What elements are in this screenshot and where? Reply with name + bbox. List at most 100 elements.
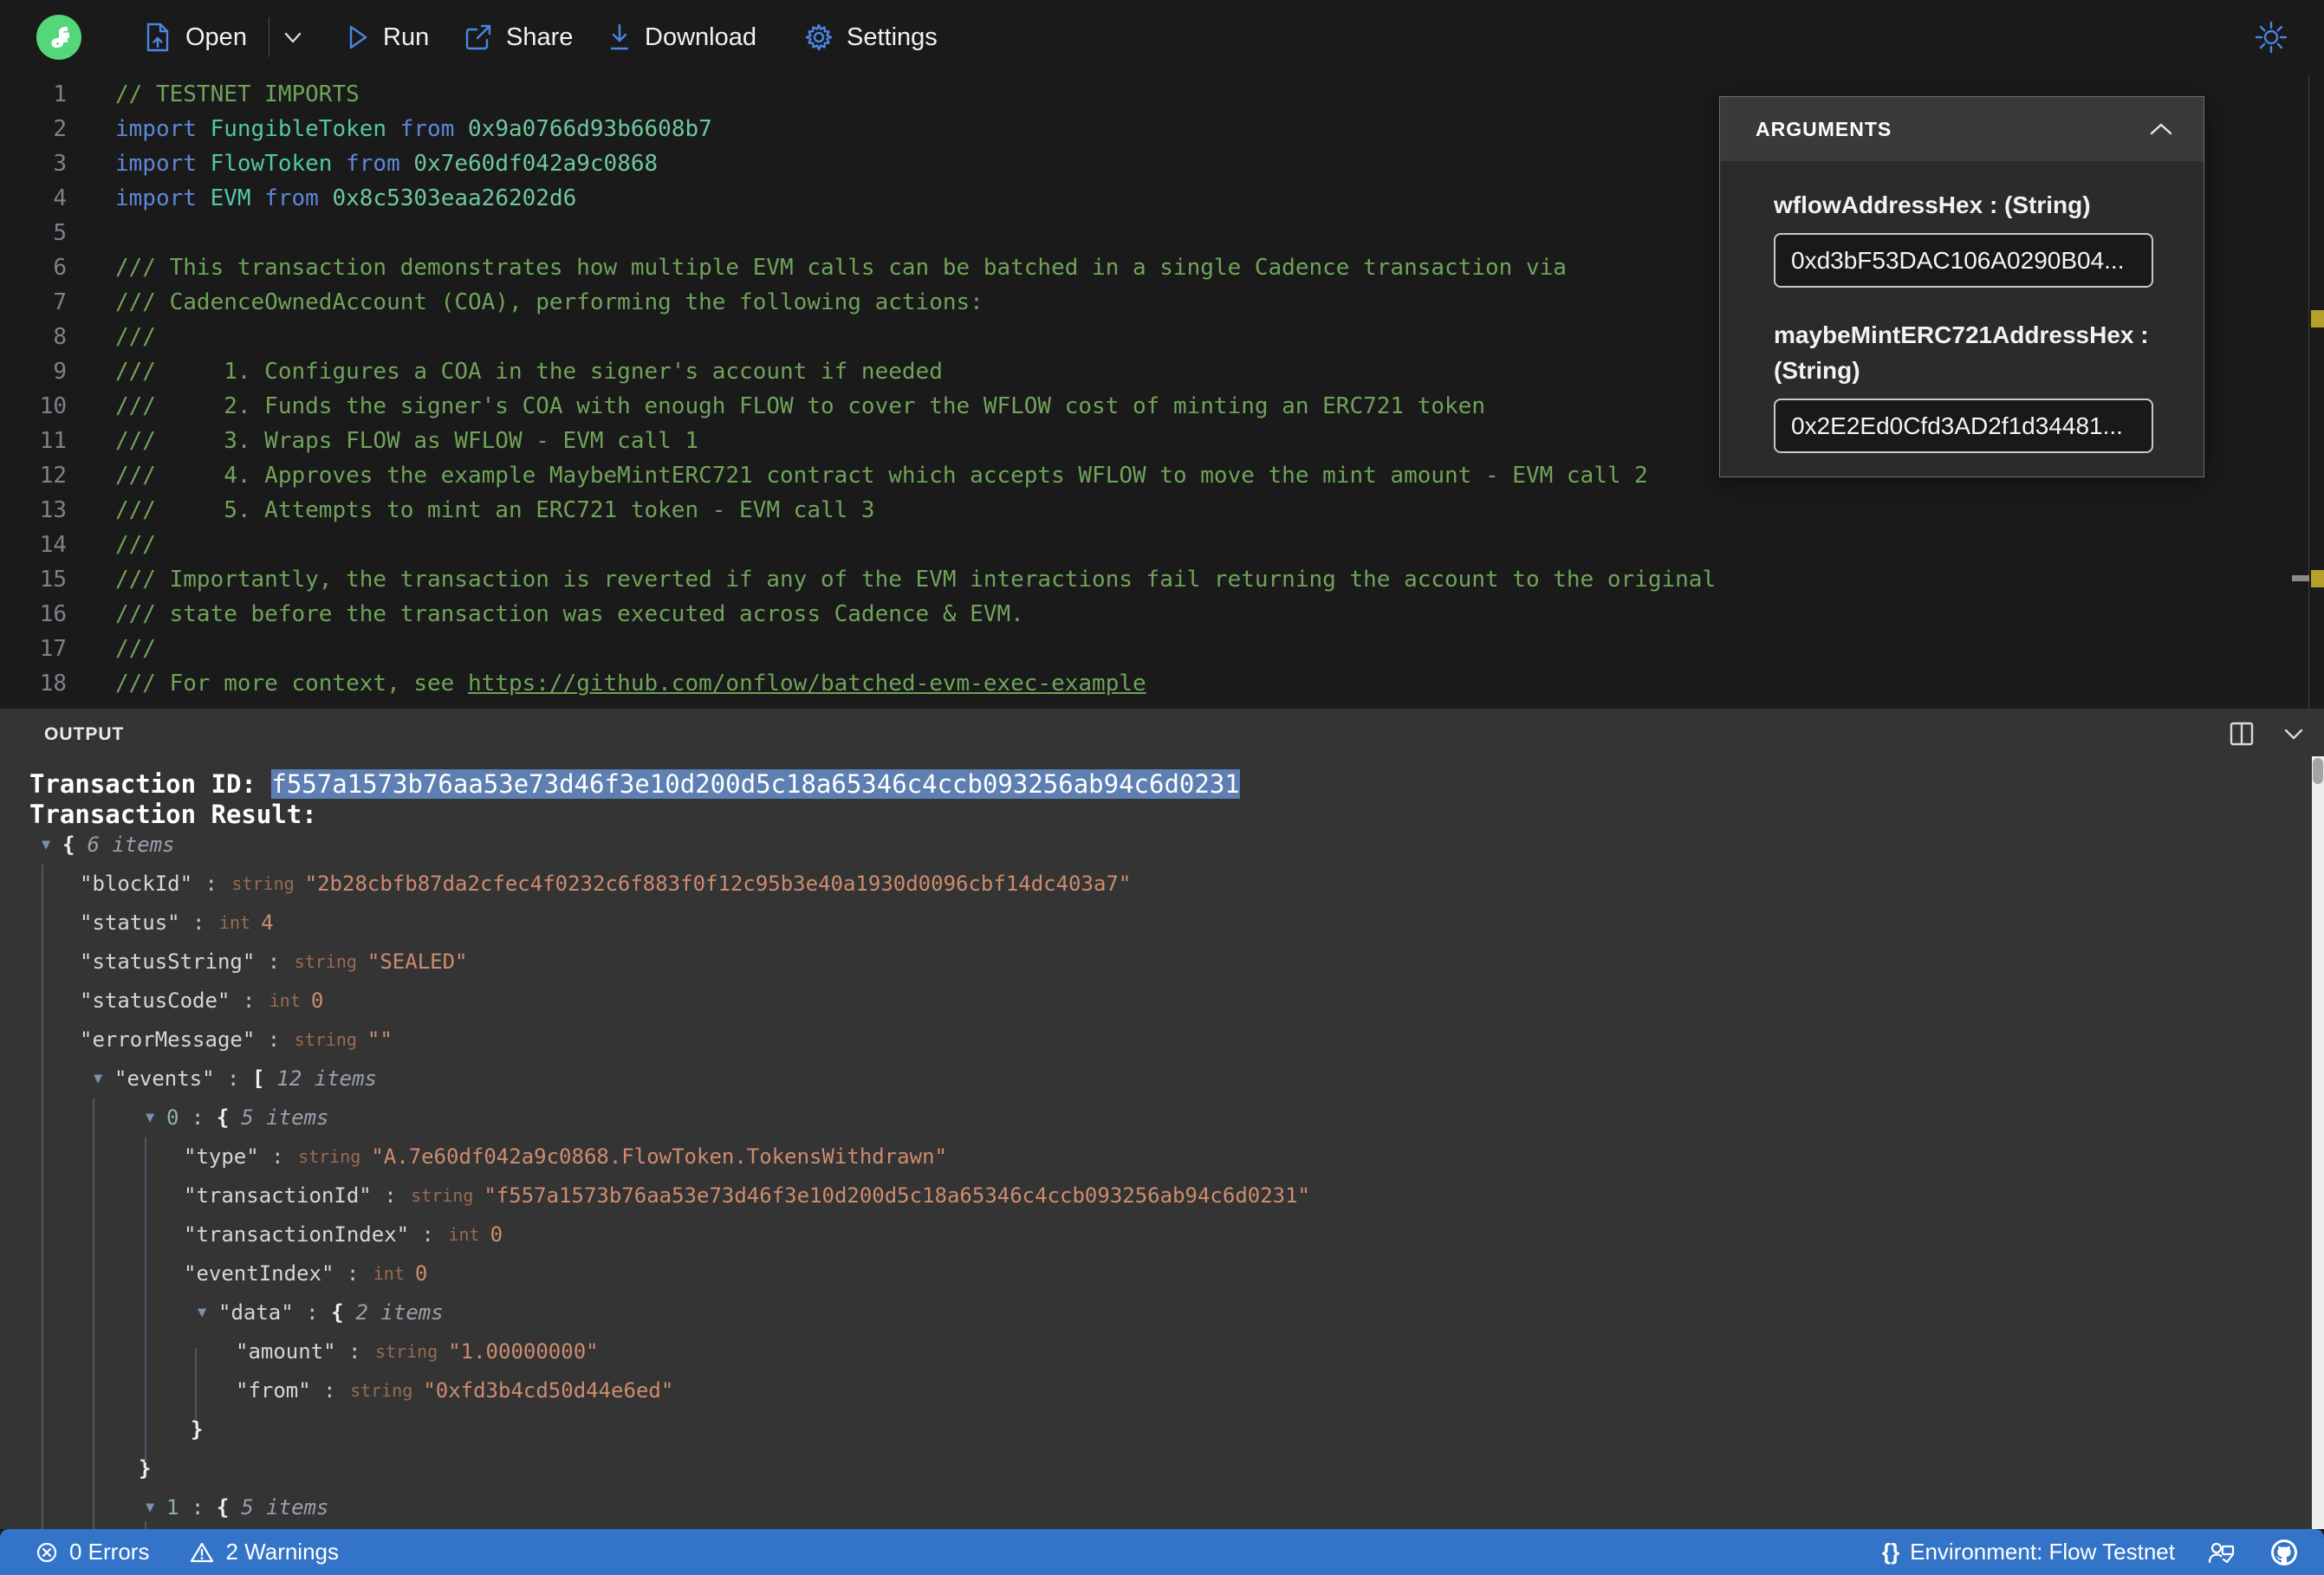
line-number: 16 bbox=[39, 601, 67, 627]
tree-pn: : bbox=[255, 950, 293, 974]
transaction-id-label: Transaction ID: bbox=[29, 769, 272, 799]
status-bar: 0 Errors 2 Warnings {} Environment: Flow… bbox=[0, 1529, 2324, 1575]
code-line: 17 /// bbox=[0, 632, 2324, 666]
tree-row: "blockId" : string "2b28cbfb87da2cfec4f02… bbox=[0, 865, 2305, 904]
tree-b: { bbox=[216, 1105, 230, 1130]
tree-k: "type" bbox=[184, 1144, 259, 1169]
tree-expander-icon[interactable]: ▼ bbox=[94, 1060, 114, 1099]
code-token: import bbox=[115, 151, 211, 177]
tree-k: "eventIndex" bbox=[184, 1261, 334, 1286]
github-icon[interactable] bbox=[2267, 1535, 2301, 1570]
tree-sv: "2b28cbfb87da2cfec4f0232c6f883f0f12c95b3… bbox=[304, 872, 1132, 896]
code-token: FlowToken bbox=[210, 151, 347, 177]
code-token: EVM bbox=[210, 185, 265, 211]
flow-logo[interactable] bbox=[36, 15, 81, 60]
tree-it: 5 items bbox=[241, 1495, 329, 1520]
sun-icon bbox=[2255, 21, 2288, 54]
flow-logo-glyph bbox=[51, 27, 69, 48]
run-label: Run bbox=[383, 23, 430, 51]
tree-k: "statusCode" bbox=[80, 988, 230, 1013]
open-dropdown-button[interactable] bbox=[281, 0, 305, 75]
indent-guide bbox=[145, 1138, 146, 1462]
tree-k: "amount" bbox=[236, 1339, 336, 1364]
tree-ty: int bbox=[373, 1263, 405, 1284]
settings-gear-icon bbox=[805, 23, 833, 51]
argument-input-0[interactable] bbox=[1774, 233, 2153, 288]
feedback-icon[interactable] bbox=[2206, 1539, 2236, 1565]
tree-sv: "A.7e60df042a9c0868.FlowToken.TokensWith… bbox=[371, 1144, 947, 1169]
line-number: 5 bbox=[53, 220, 67, 246]
open-button[interactable]: Open bbox=[144, 0, 247, 75]
code-token: // TESTNET IMPORTS bbox=[115, 81, 360, 107]
tree-pn: : bbox=[214, 1066, 252, 1091]
tree-it: 12 items bbox=[276, 1066, 377, 1091]
code-token: /// 5. Attempts to mint an ERC721 token … bbox=[115, 497, 875, 523]
collapse-output-icon[interactable] bbox=[2279, 719, 2308, 749]
code-token: /// bbox=[115, 324, 156, 350]
run-button[interactable]: Run bbox=[345, 0, 429, 75]
line-number: 11 bbox=[39, 428, 67, 454]
warning-marker bbox=[2311, 570, 2324, 587]
arguments-header[interactable]: ARGUMENTS bbox=[1720, 97, 2204, 161]
output-scrollbar-thumb[interactable] bbox=[2313, 758, 2323, 784]
tree-ty: string bbox=[411, 1185, 474, 1206]
line-number: 18 bbox=[39, 671, 67, 697]
download-label: Download bbox=[645, 23, 756, 51]
output-title: OUTPUT bbox=[44, 724, 125, 744]
tree-pn: : bbox=[179, 1105, 217, 1130]
environment-label: Environment: Flow Testnet bbox=[1910, 1539, 2175, 1565]
tree-ix: 1 bbox=[166, 1495, 179, 1520]
environment-status[interactable]: {} Environment: Flow Testnet bbox=[1882, 1539, 2175, 1565]
arguments-body: wflowAddressHex : (String) maybeMintERC72… bbox=[1720, 161, 2204, 483]
code-token: from bbox=[264, 185, 333, 211]
result-json-tree: ▼{6 items "blockId" : string "2b28cbfb87da… bbox=[0, 826, 2305, 1529]
warnings-status[interactable]: 2 Warnings bbox=[189, 1539, 339, 1565]
indent-guide bbox=[93, 1099, 94, 1529]
indent-guide bbox=[145, 1521, 146, 1529]
tree-it: 5 items bbox=[241, 1105, 329, 1130]
tree-k: "errorMessage" bbox=[80, 1027, 256, 1052]
theme-toggle-button[interactable] bbox=[2251, 0, 2291, 75]
tree-row: "statusCode" : int 0 bbox=[0, 982, 2305, 1021]
tree-ty: string bbox=[231, 873, 295, 894]
settings-button[interactable]: Settings bbox=[803, 0, 938, 75]
tree-k: "from" bbox=[236, 1378, 311, 1403]
tree-sv: "SEALED" bbox=[367, 950, 468, 974]
output-panel: OUTPUT Transaction ID: f557a1573b76aa53e… bbox=[0, 709, 2324, 1529]
split-view-icon[interactable] bbox=[2227, 719, 2256, 749]
tree-sv: "f557a1573b76aa53e73d46f3e10d200d5c18a65… bbox=[484, 1183, 1311, 1208]
argument-label: maybeMintERC721AddressHex : (String) bbox=[1774, 321, 2149, 384]
tree-expander-icon[interactable]: ▼ bbox=[198, 1293, 218, 1332]
code-token: /// 3. Wraps FLOW as WFLOW - EVM call 1 bbox=[115, 428, 699, 454]
code-token: from bbox=[399, 116, 469, 142]
tree-expander-icon[interactable]: ▼ bbox=[42, 826, 62, 865]
code-token: /// 1. Configures a COA in the signer's … bbox=[115, 359, 943, 385]
errors-count: 0 Errors bbox=[69, 1539, 150, 1565]
download-icon bbox=[610, 23, 629, 50]
output-scrollbar[interactable] bbox=[2312, 756, 2324, 1529]
line-number: 14 bbox=[39, 532, 67, 558]
indent-guide bbox=[195, 1348, 197, 1421]
code-token: /// 4. Approves the example MaybeMintERC… bbox=[115, 463, 1648, 489]
flow-runner-app: Open Run Share Download Settings 1 // TE… bbox=[0, 0, 2324, 1575]
tree-row: "amount" : string "1.00000000" bbox=[0, 1332, 2305, 1371]
overview-ruler bbox=[2308, 75, 2309, 709]
argument-label: wflowAddressHex : (String) bbox=[1774, 191, 2091, 218]
tree-k: "blockId" bbox=[80, 872, 193, 896]
tree-expander-icon[interactable]: ▼ bbox=[146, 1099, 166, 1138]
tree-pn: : bbox=[310, 1378, 349, 1403]
code-token: import bbox=[115, 116, 211, 142]
line-number: 7 bbox=[53, 289, 67, 315]
argument-input-1[interactable] bbox=[1774, 399, 2153, 453]
tree-row: "from" : string "0xfd3b4cd50d44e6ed" bbox=[0, 1371, 2305, 1410]
errors-status[interactable]: 0 Errors bbox=[35, 1539, 149, 1565]
tree-pn: : bbox=[409, 1222, 447, 1247]
share-button[interactable]: Share bbox=[463, 0, 573, 75]
download-button[interactable]: Download bbox=[607, 0, 756, 75]
tree-k: "status" bbox=[80, 911, 180, 935]
tree-pn: : bbox=[179, 911, 217, 935]
tree-row: ▼{6 items bbox=[0, 826, 2305, 865]
code-link[interactable]: https://github.com/onflow/batched-evm-ex… bbox=[468, 671, 1146, 697]
tree-row: ▼ 1 : {5 items bbox=[0, 1488, 2305, 1527]
tree-expander-icon[interactable]: ▼ bbox=[146, 1488, 166, 1527]
